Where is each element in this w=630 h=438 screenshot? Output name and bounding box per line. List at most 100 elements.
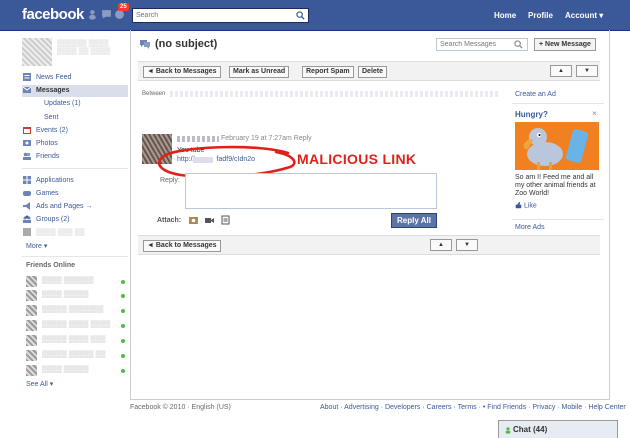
profile-name-blurred[interactable]: ▒▒▒▒▒▒ ▒▒▒▒ — [57, 40, 109, 47]
attach-video-icon[interactable] — [204, 215, 215, 225]
delete-button[interactable]: Delete — [358, 66, 388, 78]
more-ads-link[interactable]: More Ads — [515, 224, 545, 231]
sidebar-divider — [22, 168, 128, 169]
malicious-link-annotation: MALICIOUS LINK — [297, 151, 417, 167]
reply-textarea[interactable] — [185, 173, 437, 209]
sidebar-item-friends[interactable]: Friends — [22, 151, 128, 163]
profile-edit-blurred[interactable]: ▒▒▒▒ ▒▒ ▒▒▒▒ — [57, 48, 110, 55]
next-message-button[interactable]: ▼ — [576, 65, 598, 77]
messages-icon — [22, 86, 32, 94]
sidebar-item-sent[interactable]: Sent — [44, 114, 58, 121]
sidebar-item-photos[interactable]: Photos — [22, 138, 128, 150]
sidebar-item-updates[interactable]: Updates (1) — [44, 100, 81, 107]
sidebar-divider — [22, 256, 128, 257]
search-icon[interactable] — [514, 40, 523, 49]
photos-icon — [23, 140, 31, 147]
sidebar-item-games[interactable]: Games — [22, 188, 128, 200]
online-friend[interactable]: ▒▒▒▒▒ ▒▒▒▒ ▒▒▒▒ — [26, 320, 126, 332]
sidebar-item-events[interactable]: Events (2) — [22, 125, 128, 137]
ad-divider — [512, 103, 604, 104]
top-bar: facebook 25 Home Profile Account ▾ — [0, 0, 630, 31]
online-status-icon — [121, 324, 125, 328]
online-status-icon — [121, 354, 125, 358]
chat-bar[interactable]: Chat (44) — [498, 420, 618, 438]
avatar — [26, 276, 37, 287]
participants-blurred — [170, 91, 500, 97]
search-box — [132, 8, 309, 23]
sidebar-item-news-feed[interactable]: News Feed — [22, 72, 128, 84]
ad-text: So am I! Feed me and all my other animal… — [515, 174, 596, 197]
message-toolbar-bottom: ◄ Back to Messages ▲ ▼ — [138, 235, 600, 255]
news-feed-icon — [23, 73, 31, 82]
main-content — [130, 30, 610, 400]
messages-jewel-icon[interactable] — [101, 9, 112, 20]
online-status-icon — [121, 369, 125, 373]
sidebar-item-applications[interactable]: Applications — [22, 175, 128, 187]
online-friend[interactable]: ▒▒▒▒ ▒▒▒▒▒ — [26, 290, 126, 302]
friends-online-title: Friends Online — [26, 262, 76, 269]
footer-copyright: Facebook © 2010 · English (US) — [130, 404, 231, 411]
search-input[interactable] — [133, 9, 293, 22]
new-message-button[interactable]: + New Message — [534, 38, 596, 51]
next-message-button[interactable]: ▼ — [456, 239, 478, 251]
online-friend[interactable]: ▒▒▒▒▒ ▒▒▒▒▒ ▒▒ — [26, 350, 126, 362]
reply-all-button[interactable]: Reply All — [391, 213, 437, 228]
mark-as-unread-button[interactable]: Mark as Unread — [229, 66, 290, 78]
friends-icon — [23, 152, 31, 161]
ad-title[interactable]: Hungry? — [515, 110, 548, 119]
message-toolbar: ◄ Back to Messages Mark as Unread Report… — [138, 61, 600, 81]
facebook-logo[interactable]: facebook — [22, 6, 84, 23]
attach-label: Attach: — [157, 217, 182, 224]
avatar — [26, 305, 37, 316]
previous-message-button[interactable]: ▲ — [430, 239, 452, 251]
attach-link-icon[interactable] — [220, 215, 231, 225]
search-icon[interactable] — [296, 11, 305, 20]
previous-message-button[interactable]: ▲ — [550, 65, 572, 77]
online-status-icon — [121, 280, 125, 284]
chat-label: Chat (44) — [513, 425, 548, 434]
avatar — [26, 335, 37, 346]
groups-icon — [23, 215, 31, 224]
message-subject: (no subject) — [155, 38, 218, 50]
close-icon[interactable]: × — [592, 109, 597, 118]
sidebar-item-messages[interactable]: Messages — [22, 85, 128, 97]
sidebar-item-ads-and-pages[interactable]: Ads and Pages → — [22, 201, 128, 213]
account-menu[interactable]: Account ▾ — [565, 11, 603, 20]
online-status-icon — [121, 294, 125, 298]
avatar — [26, 320, 37, 331]
footer-links[interactable]: About · Advertising · Developers · Caree… — [320, 404, 626, 411]
applications-icon — [23, 176, 31, 185]
online-friend[interactable]: ▒▒▒▒▒ ▒▒▒▒ ▒▒▒ — [26, 335, 126, 347]
online-friend[interactable]: ▒▒▒▒ ▒▒▒▒▒ — [26, 365, 126, 377]
reply-label: Reply: — [160, 177, 180, 184]
online-status-icon — [121, 309, 125, 313]
avatar — [26, 350, 37, 361]
message-thread-icon — [140, 40, 150, 49]
games-icon — [23, 191, 31, 197]
sidebar-item-blurred[interactable]: ▒▒▒▒ ▒▒▒ ▒▒ — [22, 227, 128, 239]
between-label: Between — [142, 91, 166, 97]
ad-like-link[interactable]: Like — [515, 202, 537, 209]
app-icon — [23, 228, 31, 237]
online-friend[interactable]: ▒▒▒▒▒ ▒▒▒▒▒▒▒ — [26, 305, 126, 317]
profile-link[interactable]: Profile — [528, 11, 553, 20]
home-link[interactable]: Home — [494, 11, 516, 20]
sidebar-item-groups[interactable]: Groups (2) — [22, 214, 128, 226]
back-to-messages-button[interactable]: ◄ Back to Messages — [143, 240, 221, 252]
events-icon — [23, 127, 31, 135]
avatar — [26, 290, 37, 301]
profile-picture[interactable] — [22, 38, 52, 66]
online-status-icon — [121, 339, 125, 343]
create-ad-link[interactable]: Create an Ad — [515, 91, 556, 98]
chat-icon — [505, 427, 511, 434]
more-link[interactable]: More ▾ — [26, 242, 47, 250]
attach-photo-icon[interactable] — [188, 215, 199, 225]
friend-requests-icon[interactable] — [88, 9, 99, 20]
back-to-messages-button[interactable]: ◄ Back to Messages — [143, 66, 221, 78]
ad-divider — [512, 219, 604, 220]
online-friend[interactable]: ▒▒▒▒ ▒▒▒▒▒▒ — [26, 276, 126, 288]
ad-image[interactable] — [515, 122, 599, 170]
notification-badge: 25 — [118, 3, 129, 11]
report-spam-button[interactable]: Report Spam — [302, 66, 354, 78]
see-all-friends-link[interactable]: See All ▾ — [26, 380, 53, 388]
